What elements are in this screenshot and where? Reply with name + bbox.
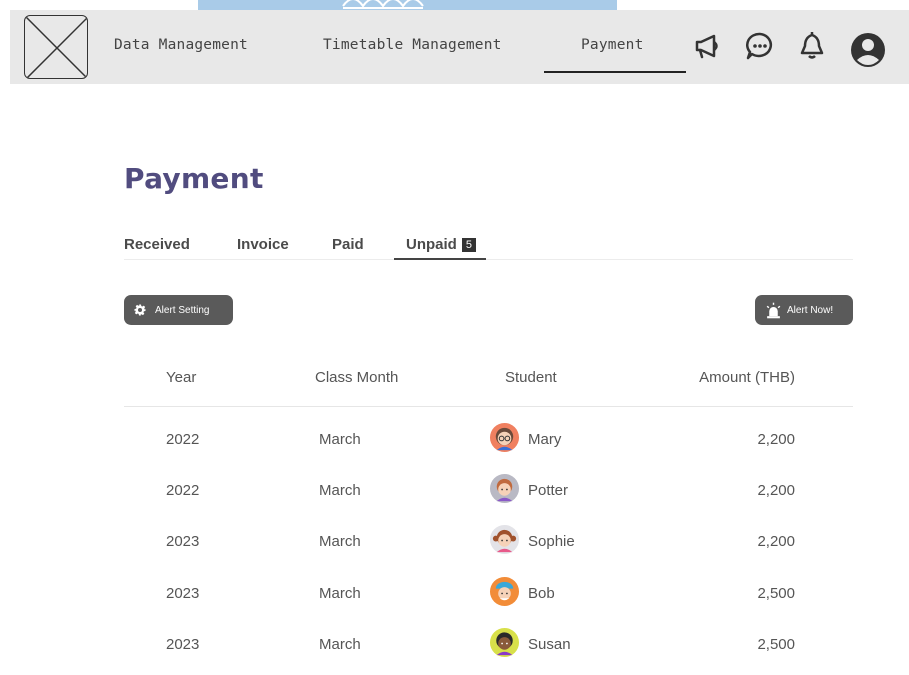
table-row[interactable]: 2022 March Potter 2,200 — [124, 458, 853, 509]
unpaid-count-badge: 5 — [461, 238, 476, 252]
avatar-icon — [489, 576, 520, 606]
cell-year: 2023 — [166, 584, 200, 602]
page-title: Payment — [124, 162, 264, 195]
header-student[interactable]: Student — [505, 369, 557, 386]
chat-icon-graphic — [745, 32, 772, 60]
table-row[interactable]: 2023 March Susan 2,500 — [124, 612, 853, 663]
tab-received[interactable]: Received — [124, 236, 190, 253]
cell-amount: 2,500 — [757, 584, 795, 602]
top-navbar: Data Management Timetable Management Pay… — [10, 10, 909, 84]
nav-data-management[interactable]: Data Management — [114, 37, 248, 53]
bell-icon-graphic — [800, 32, 824, 59]
avatar-icon — [489, 474, 520, 504]
megaphone-icon[interactable] — [692, 30, 724, 62]
tab-active-underline — [394, 258, 486, 260]
alert-setting-button[interactable]: Alert Setting — [124, 295, 233, 325]
cell-year: 2023 — [166, 635, 200, 653]
avatar-icon — [489, 525, 520, 555]
cell-year: 2023 — [166, 533, 200, 551]
logo-placeholder-icon — [25, 16, 87, 78]
nav-timetable-management[interactable]: Timetable Management — [323, 37, 502, 53]
cell-class-month: March — [319, 584, 361, 602]
cell-amount: 2,200 — [757, 431, 795, 448]
header-year[interactable]: Year — [166, 369, 196, 386]
table-header: Year Class Month Student Amount (THB) — [124, 360, 853, 407]
boy-cap-avatar — [489, 576, 520, 607]
cell-class-month: March — [319, 635, 361, 653]
gear-icon — [134, 304, 146, 316]
user-icon-graphic — [851, 33, 885, 67]
bell-icon[interactable] — [796, 30, 828, 62]
cell-year: 2022 — [166, 482, 200, 500]
nav-payment[interactable]: Payment — [581, 37, 644, 53]
cell-amount: 2,200 — [757, 533, 795, 551]
unpaid-table: Year Class Month Student Amount (THB) 20… — [124, 360, 853, 663]
user-icon[interactable] — [850, 32, 886, 68]
table-row[interactable]: 2023 March Bob 2,500 — [124, 561, 853, 612]
cell-student: Susan — [528, 635, 571, 653]
cell-amount: 2,500 — [757, 635, 795, 653]
cell-student: Mary — [528, 431, 562, 448]
cell-student: Potter — [528, 482, 569, 500]
cell-class-month: March — [319, 482, 361, 500]
megaphone-icon-graphic — [695, 34, 718, 59]
tab-unpaid-label: Unpaid — [406, 236, 457, 253]
avatar-icon — [489, 422, 520, 453]
girl-glasses-avatar — [489, 422, 520, 453]
cell-student: Bob — [528, 584, 555, 602]
girl-pigtails-avatar — [489, 524, 520, 555]
siren-icon — [766, 302, 781, 318]
tab-unpaid[interactable]: Unpaid 5 — [406, 236, 476, 253]
nav-active-underline — [544, 71, 686, 73]
header-class-month[interactable]: Class Month — [315, 369, 398, 386]
top-banner-strip — [198, 0, 617, 10]
table-row[interactable]: 2022 March Mary 2,200 — [124, 407, 853, 458]
alert-now-button[interactable]: Alert Now! — [755, 295, 853, 325]
boy-avatar — [489, 473, 520, 504]
chat-icon[interactable] — [744, 30, 776, 62]
payment-tabs: Received Invoice Paid Unpaid 5 — [124, 236, 853, 260]
tab-paid[interactable]: Paid — [332, 236, 364, 253]
alert-now-label: Alert Now! — [787, 304, 834, 316]
logo-placeholder[interactable] — [24, 15, 88, 79]
alert-setting-label: Alert Setting — [155, 304, 210, 316]
girl-dark-avatar — [489, 627, 520, 658]
tab-invoice[interactable]: Invoice — [237, 236, 289, 253]
cell-amount: 2,200 — [757, 482, 795, 500]
banner-decoration-icon — [342, 0, 424, 9]
table-row[interactable]: 2023 March Sophie 2,200 — [124, 509, 853, 560]
avatar-icon — [489, 627, 520, 657]
header-amount[interactable]: Amount (THB) — [699, 369, 795, 386]
cell-class-month: March — [319, 431, 361, 448]
cell-year: 2022 — [166, 431, 200, 448]
cell-student: Sophie — [528, 533, 575, 551]
cell-class-month: March — [319, 533, 361, 551]
